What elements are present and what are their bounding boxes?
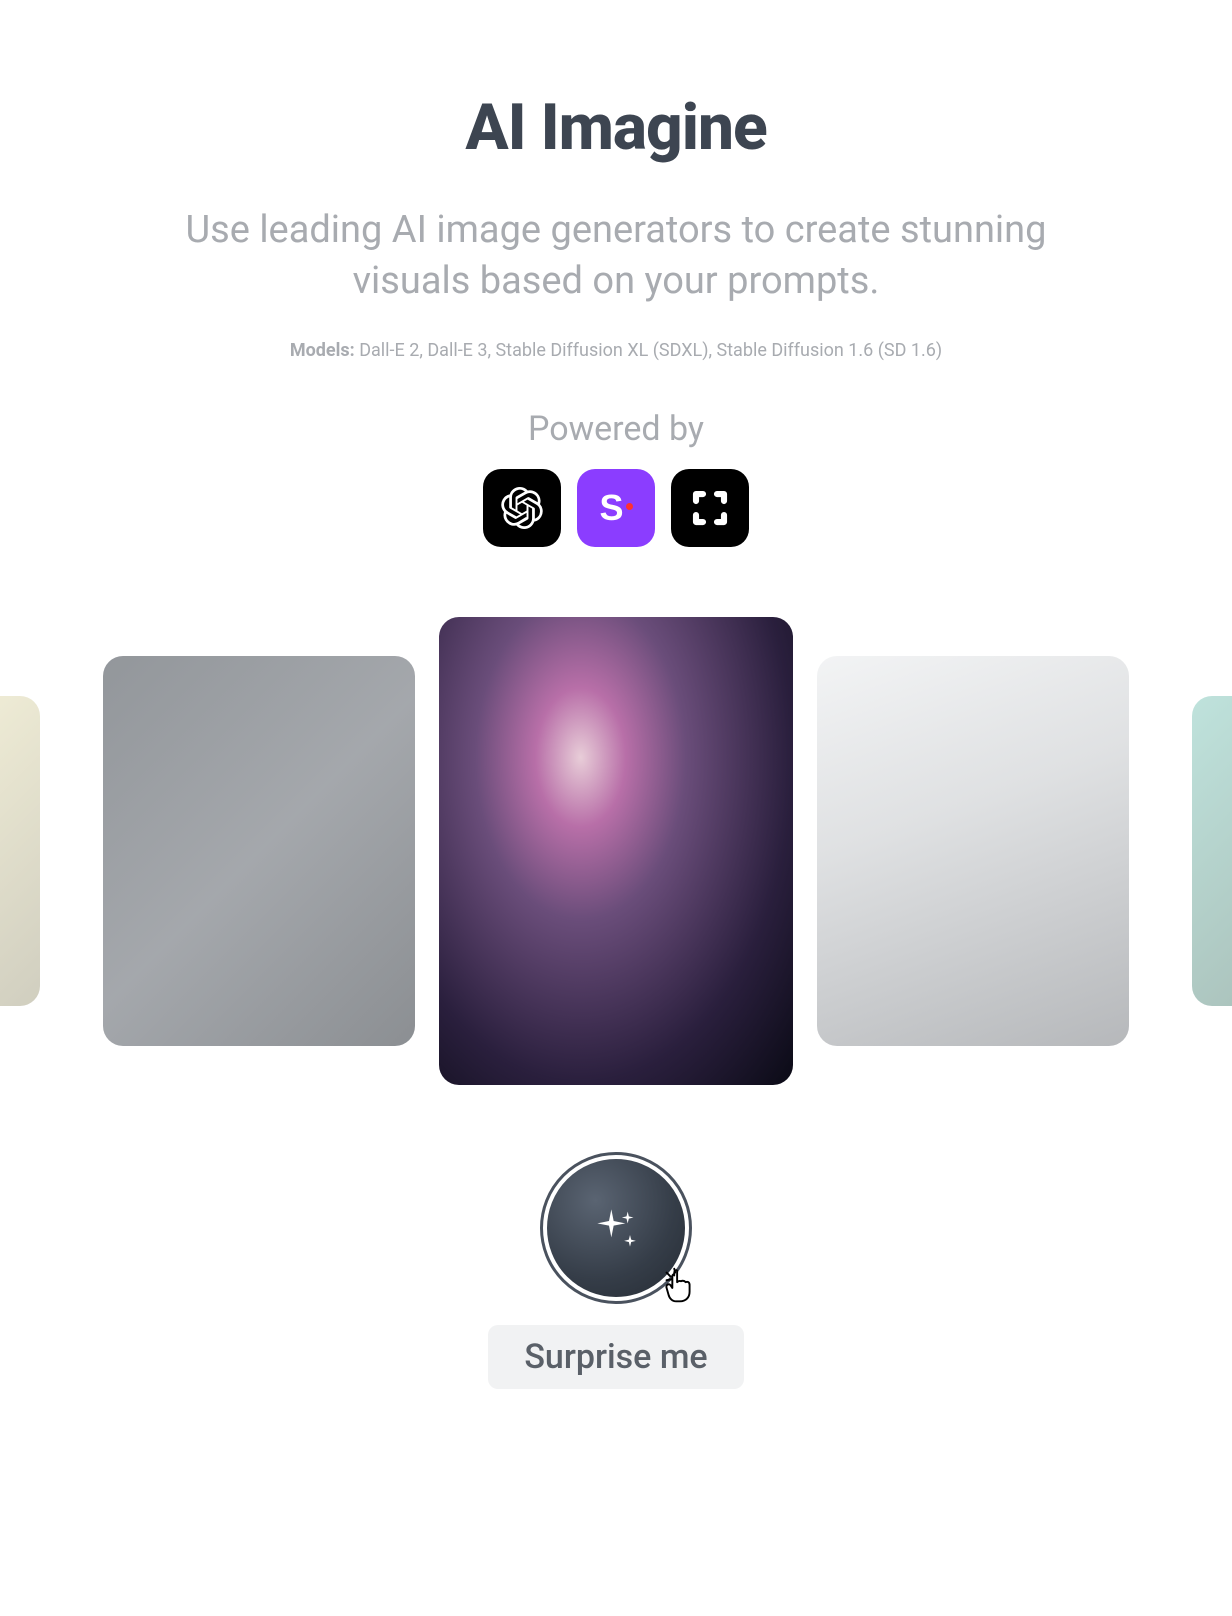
carousel-item-einstein[interactable] bbox=[439, 617, 793, 1085]
stability-logo: S bbox=[577, 469, 655, 547]
third-provider-logo bbox=[671, 469, 749, 547]
surprise-label: Surprise me bbox=[488, 1325, 743, 1389]
powered-by-label: Powered by bbox=[528, 409, 704, 449]
image-carousel[interactable] bbox=[0, 617, 1232, 1085]
stability-dot-icon bbox=[626, 503, 633, 510]
surprise-button[interactable] bbox=[543, 1155, 689, 1301]
cursor-hand-icon bbox=[657, 1263, 703, 1309]
page-subtitle: Use leading AI image generators to creat… bbox=[166, 205, 1066, 308]
page-title: AI Imagine bbox=[465, 90, 766, 165]
models-list: Dall-E 2, Dall-E 3, Stable Diffusion XL … bbox=[359, 340, 942, 361]
openai-icon bbox=[501, 487, 543, 529]
openai-logo bbox=[483, 469, 561, 547]
carousel-item-edge-left[interactable] bbox=[0, 696, 40, 1006]
sparkle-icon bbox=[588, 1200, 644, 1256]
carousel-item-bedroom[interactable] bbox=[817, 656, 1129, 1046]
stability-s-icon: S bbox=[599, 487, 623, 529]
carousel-item-edge-right[interactable] bbox=[1192, 696, 1232, 1006]
models-label: Models: bbox=[290, 340, 355, 361]
carousel-item-fish[interactable] bbox=[103, 656, 415, 1046]
bracket-icon bbox=[689, 487, 731, 529]
provider-logos: S bbox=[483, 469, 749, 547]
models-line: Models: Dall-E 2, Dall-E 3, Stable Diffu… bbox=[290, 340, 942, 361]
